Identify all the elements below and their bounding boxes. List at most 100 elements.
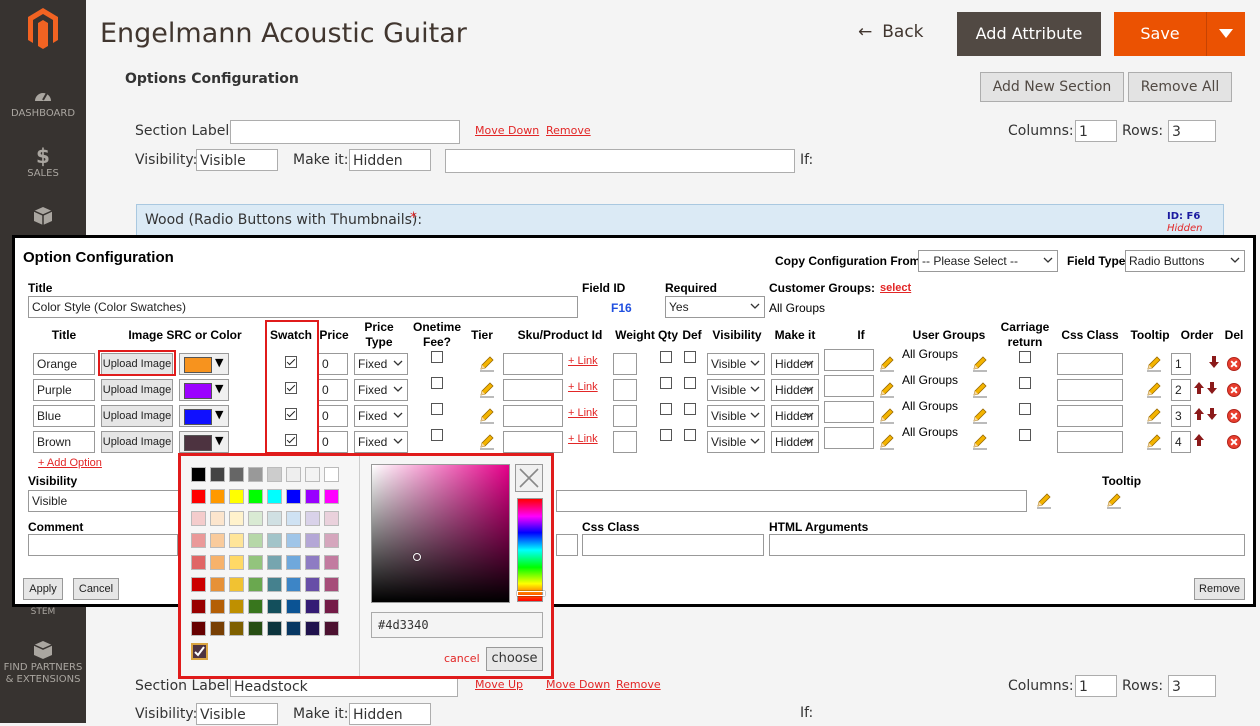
- palette-swatch[interactable]: [229, 599, 244, 614]
- option-title-input[interactable]: Blue: [33, 405, 95, 427]
- weight-input[interactable]: [613, 431, 637, 453]
- option-title-input[interactable]: Brown: [33, 431, 95, 453]
- color-swatch-button[interactable]: ▼: [179, 405, 229, 427]
- required-select[interactable]: Yes: [665, 296, 765, 318]
- copy-config-select[interactable]: -- Please Select --: [918, 250, 1058, 272]
- comment-input[interactable]: [28, 534, 178, 556]
- sku-input[interactable]: [503, 379, 563, 401]
- palette-swatch[interactable]: [324, 555, 339, 570]
- palette-swatch[interactable]: [324, 621, 339, 636]
- hex-input[interactable]: #4d3340: [371, 612, 543, 638]
- apply-button[interactable]: Apply: [23, 578, 63, 600]
- palette-swatch[interactable]: [267, 599, 282, 614]
- move-up-link[interactable]: Move Up: [475, 678, 523, 691]
- palette-swatch[interactable]: [324, 599, 339, 614]
- palette-swatch[interactable]: [324, 533, 339, 548]
- carriage-return-checkbox[interactable]: [1019, 429, 1031, 441]
- pencil-icon[interactable]: [1145, 406, 1163, 424]
- palette-swatch[interactable]: [305, 577, 320, 592]
- pencil-icon[interactable]: [971, 354, 989, 372]
- row-visibility-select[interactable]: Visible: [707, 379, 765, 401]
- price-input[interactable]: 0: [318, 379, 348, 401]
- title-input[interactable]: Color Style (Color Swatches): [28, 296, 578, 318]
- order-input[interactable]: 1: [1171, 353, 1191, 375]
- palette-swatch[interactable]: [305, 467, 320, 482]
- palette-swatch[interactable]: [229, 555, 244, 570]
- move-down-link-2[interactable]: Move Down: [546, 678, 610, 691]
- price-type-select[interactable]: Fixed: [354, 353, 408, 375]
- palette-swatch[interactable]: [305, 555, 320, 570]
- row-condition-input[interactable]: [824, 349, 874, 371]
- weight-input[interactable]: [613, 405, 637, 427]
- save-button[interactable]: Save: [1114, 12, 1207, 56]
- order-input[interactable]: 4: [1171, 431, 1191, 453]
- row-css-class-input[interactable]: [1057, 431, 1123, 453]
- pencil-icon[interactable]: [1035, 491, 1053, 509]
- upload-image-button[interactable]: Upload Image: [101, 379, 173, 401]
- row-visibility-select[interactable]: Visible: [707, 405, 765, 427]
- color-swatch-button[interactable]: ▼: [179, 431, 229, 453]
- qty-checkbox[interactable]: [660, 377, 672, 389]
- price-input[interactable]: 0: [318, 431, 348, 453]
- palette-swatch[interactable]: [248, 489, 263, 504]
- hue-handle[interactable]: [517, 591, 545, 596]
- remove-all-button[interactable]: Remove All: [1128, 72, 1232, 102]
- qty-checkbox[interactable]: [660, 403, 672, 415]
- close-picker-button[interactable]: [515, 464, 543, 492]
- move-up-arrow-icon[interactable]: [1194, 382, 1204, 394]
- palette-swatch[interactable]: [305, 599, 320, 614]
- move-up-arrow-icon[interactable]: [1194, 408, 1204, 420]
- back-button[interactable]: ← Back: [858, 22, 924, 42]
- palette-swatch[interactable]: [229, 467, 244, 482]
- pencil-icon[interactable]: [878, 354, 896, 372]
- palette-swatch[interactable]: [286, 577, 301, 592]
- customer-groups-select-link[interactable]: select: [880, 282, 911, 294]
- pencil-icon[interactable]: [971, 432, 989, 450]
- palette-swatch[interactable]: [324, 489, 339, 504]
- make-it-select-2[interactable]: Hidden: [349, 703, 431, 725]
- palette-swatch[interactable]: [286, 511, 301, 526]
- row-make-it-select[interactable]: Hidden: [771, 353, 819, 375]
- weight-input[interactable]: [613, 379, 637, 401]
- palette-swatch[interactable]: [210, 621, 225, 636]
- row-make-it-select[interactable]: Hidden: [771, 379, 819, 401]
- palette-swatch[interactable]: [191, 577, 206, 592]
- palette-swatch[interactable]: [324, 577, 339, 592]
- palette-swatch[interactable]: [324, 511, 339, 526]
- palette-swatch[interactable]: [191, 599, 206, 614]
- hue-slider[interactable]: [517, 498, 545, 602]
- move-down-link[interactable]: Move Down: [475, 124, 539, 137]
- onetime-fee-checkbox[interactable]: [431, 377, 443, 389]
- carriage-return-checkbox[interactable]: [1019, 403, 1031, 415]
- price-input[interactable]: 0: [318, 405, 348, 427]
- pencil-icon[interactable]: [971, 380, 989, 398]
- palette-swatch[interactable]: [248, 533, 263, 548]
- remove-section-link[interactable]: Remove: [546, 124, 591, 137]
- default-checkbox[interactable]: [684, 377, 696, 389]
- magento-logo[interactable]: [0, 0, 86, 56]
- pencil-icon[interactable]: [878, 406, 896, 424]
- color-swatch-button[interactable]: ▼: [179, 379, 229, 401]
- pencil-icon[interactable]: [478, 380, 496, 398]
- sku-link[interactable]: + Link: [568, 355, 598, 367]
- palette-swatch[interactable]: [286, 467, 301, 482]
- sku-link[interactable]: + Link: [568, 381, 598, 393]
- color-swatch-button[interactable]: ▼: [179, 353, 229, 375]
- css-class-input[interactable]: [582, 534, 764, 556]
- palette-swatch[interactable]: [191, 621, 206, 636]
- move-down-arrow-icon[interactable]: [1207, 382, 1217, 394]
- delete-row-icon[interactable]: [1227, 383, 1241, 397]
- palette-swatch[interactable]: [191, 489, 206, 504]
- pencil-icon[interactable]: [878, 432, 896, 450]
- palette-swatch[interactable]: [229, 511, 244, 526]
- cancel-button[interactable]: Cancel: [73, 578, 119, 600]
- palette-swatch[interactable]: [210, 511, 225, 526]
- pencil-icon[interactable]: [1145, 432, 1163, 450]
- picker-cancel-link[interactable]: cancel: [444, 652, 480, 665]
- saturation-value-area[interactable]: [371, 464, 510, 603]
- palette-swatch[interactable]: [248, 577, 263, 592]
- pencil-icon[interactable]: [1145, 380, 1163, 398]
- sku-input[interactable]: [503, 405, 563, 427]
- palette-swatch[interactable]: [267, 621, 282, 636]
- delete-row-icon[interactable]: [1227, 357, 1241, 371]
